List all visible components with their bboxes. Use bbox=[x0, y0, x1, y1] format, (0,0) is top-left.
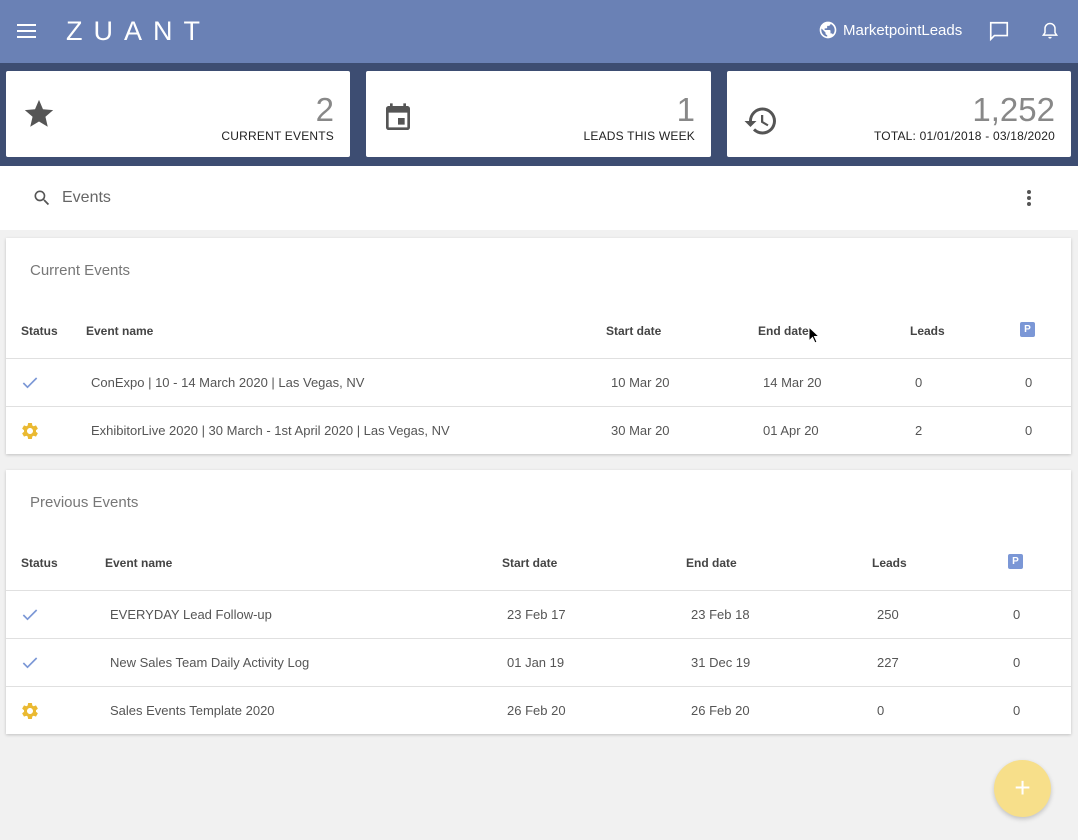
end-date: 31 Dec 19 bbox=[691, 655, 751, 670]
previous-events-panel: Previous Events Status Event name Start … bbox=[6, 470, 1071, 734]
p-count: 0 bbox=[1025, 423, 1033, 438]
gear-icon bbox=[22, 703, 38, 719]
event-name: EVERYDAY Lead Follow-up bbox=[110, 607, 272, 622]
column-header-event-name[interactable]: Event name bbox=[86, 324, 153, 338]
table-row[interactable]: EVERYDAY Lead Follow-up 23 Feb 17 23 Feb… bbox=[6, 590, 1071, 638]
p-count: 0 bbox=[1013, 607, 1021, 622]
stat-card-current-events[interactable]: 2 CURRENT EVENTS bbox=[6, 71, 350, 157]
stat-label: TOTAL: 01/01/2018 - 03/18/2020 bbox=[873, 129, 1055, 143]
event-name: New Sales Team Daily Activity Log bbox=[110, 655, 310, 670]
chat-icon[interactable] bbox=[988, 20, 1010, 42]
stats-band: 2 CURRENT EVENTS 1 LEADS THIS WEEK 1,252… bbox=[0, 63, 1078, 166]
calendar-icon bbox=[386, 103, 410, 130]
column-header-end-date[interactable]: End date bbox=[758, 324, 809, 338]
table-row[interactable]: New Sales Team Daily Activity Log 01 Jan… bbox=[6, 638, 1071, 686]
column-header-leads[interactable]: Leads bbox=[910, 324, 945, 338]
mouse-cursor-icon bbox=[808, 326, 820, 344]
column-header-start-date[interactable]: Start date bbox=[502, 556, 557, 570]
star-icon bbox=[24, 99, 54, 127]
stat-value: 2 bbox=[315, 91, 334, 128]
stat-card-total[interactable]: 1,252 TOTAL: 01/01/2018 - 03/18/2020 bbox=[727, 71, 1071, 157]
column-header-status[interactable]: Status bbox=[21, 556, 58, 570]
column-header-leads[interactable]: Leads bbox=[872, 556, 907, 570]
search-input[interactable]: Events bbox=[62, 189, 111, 207]
search-bar bbox=[0, 166, 1078, 230]
column-header-event-name[interactable]: Event name bbox=[105, 556, 172, 570]
gear-icon bbox=[22, 423, 38, 439]
history-icon bbox=[744, 107, 776, 135]
menu-icon[interactable] bbox=[17, 24, 36, 40]
more-vert-icon[interactable] bbox=[1025, 189, 1033, 207]
check-icon bbox=[22, 609, 38, 621]
app-logo[interactable]: ZUANT bbox=[66, 16, 211, 47]
top-bar: ZUANT MarketpointLeads bbox=[0, 0, 1078, 63]
notification-bell-icon[interactable] bbox=[1040, 19, 1060, 43]
start-date: 01 Jan 19 bbox=[507, 655, 565, 670]
table-row[interactable]: ExhibitorLive 2020 | 30 March - 1st Apri… bbox=[6, 406, 1071, 454]
p-count: 0 bbox=[1025, 375, 1033, 390]
p-count: 0 bbox=[1013, 703, 1021, 718]
start-date: 26 Feb 20 bbox=[507, 703, 566, 718]
stat-value: 1,252 bbox=[972, 91, 1055, 128]
event-name: ExhibitorLive 2020 | 30 March - 1st Apri… bbox=[91, 423, 450, 438]
search-icon[interactable] bbox=[32, 188, 52, 208]
add-event-button[interactable]: + bbox=[994, 760, 1051, 817]
end-date: 26 Feb 20 bbox=[691, 703, 750, 718]
column-header-start-date[interactable]: Start date bbox=[606, 324, 661, 338]
leads-count: 0 bbox=[915, 375, 923, 390]
stat-card-leads-this-week[interactable]: 1 LEADS THIS WEEK bbox=[366, 71, 711, 157]
table-row[interactable]: ConExpo | 10 - 14 March 2020 | Las Vegas… bbox=[6, 358, 1071, 406]
check-icon bbox=[22, 657, 38, 669]
account-name: MarketpointLeads bbox=[843, 21, 963, 39]
column-header-status[interactable]: Status bbox=[21, 324, 58, 338]
stat-value: 1 bbox=[676, 91, 695, 128]
globe-icon bbox=[819, 21, 837, 39]
leads-count: 250 bbox=[877, 607, 899, 622]
leads-count: 227 bbox=[877, 655, 899, 670]
p-count: 0 bbox=[1013, 655, 1021, 670]
p-column-badge: P bbox=[1008, 554, 1023, 569]
panel-title: Previous Events bbox=[30, 494, 139, 511]
leads-count: 2 bbox=[915, 423, 923, 438]
column-header-end-date[interactable]: End date bbox=[686, 556, 737, 570]
table-row[interactable]: Sales Events Template 2020 26 Feb 20 26 … bbox=[6, 686, 1071, 734]
current-events-panel: Current Events Status Event name Start d… bbox=[6, 238, 1071, 454]
start-date: 23 Feb 17 bbox=[507, 607, 566, 622]
event-name: ConExpo | 10 - 14 March 2020 | Las Vegas… bbox=[91, 375, 365, 390]
end-date: 01 Apr 20 bbox=[763, 423, 819, 438]
account-switcher[interactable]: MarketpointLeads bbox=[818, 20, 962, 40]
start-date: 30 Mar 20 bbox=[611, 423, 670, 438]
leads-count: 0 bbox=[877, 703, 885, 718]
check-icon bbox=[22, 377, 38, 389]
panel-title: Current Events bbox=[30, 262, 131, 279]
event-name: Sales Events Template 2020 bbox=[110, 703, 275, 718]
end-date: 23 Feb 18 bbox=[691, 607, 750, 622]
start-date: 10 Mar 20 bbox=[611, 375, 670, 390]
end-date: 14 Mar 20 bbox=[763, 375, 822, 390]
stat-label: LEADS THIS WEEK bbox=[583, 129, 695, 143]
stat-label: CURRENT EVENTS bbox=[221, 129, 334, 143]
p-column-badge: P bbox=[1020, 322, 1035, 337]
